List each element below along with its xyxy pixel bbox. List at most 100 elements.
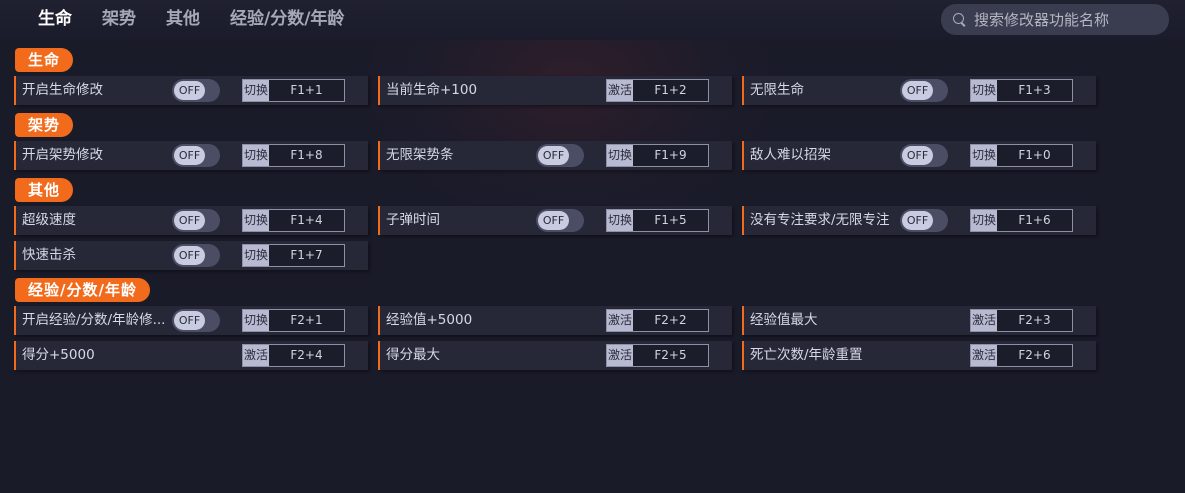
hotkey-button[interactable]: 切换 F1+8 bbox=[242, 144, 345, 167]
toggle-switch[interactable]: OFF bbox=[536, 144, 584, 167]
cheat-name: 开启生命修改 bbox=[22, 82, 103, 98]
tab-bar: 生命 架势 其他 经验/分数/年龄 bbox=[38, 8, 374, 30]
hotkey-button[interactable]: 切换 F1+0 bbox=[970, 144, 1073, 167]
cheat-name: 当前生命+100 bbox=[386, 82, 478, 98]
cheat-row: 超级速度 OFF 切换 F1+4 bbox=[14, 206, 368, 235]
section-title-other: 其他 bbox=[15, 178, 74, 202]
hotkey-button[interactable]: 切换 F1+5 bbox=[606, 209, 709, 232]
toggle-switch[interactable]: OFF bbox=[900, 209, 948, 232]
toggle-label: OFF bbox=[538, 146, 569, 165]
tab-exp-score-age[interactable]: 经验/分数/年龄 bbox=[230, 8, 344, 30]
cheat-row: 当前生命+100 激活 F1+2 bbox=[378, 76, 732, 105]
cheat-row: 无限架势条 OFF 切换 F1+9 bbox=[378, 141, 732, 170]
toggle-switch[interactable]: OFF bbox=[172, 209, 220, 232]
cheat-name: 敌人难以招架 bbox=[750, 147, 831, 163]
cheat-name: 死亡次数/年龄重置 bbox=[750, 347, 863, 363]
hotkey-key: F1+4 bbox=[269, 210, 344, 231]
toggle-switch[interactable]: OFF bbox=[536, 209, 584, 232]
cheat-name: 子弹时间 bbox=[386, 212, 440, 228]
hotkey-button[interactable]: 切换 F1+9 bbox=[606, 144, 709, 167]
hotkey-button[interactable]: 激活 F2+5 bbox=[606, 344, 709, 367]
cheat-row: 得分+5000 激活 F2+4 bbox=[14, 341, 368, 370]
toggle-label: OFF bbox=[538, 211, 569, 230]
hotkey-button[interactable]: 切换 F1+3 bbox=[970, 79, 1073, 102]
toggle-label: OFF bbox=[174, 81, 205, 100]
cheat-row: 子弹时间 OFF 切换 F1+5 bbox=[378, 206, 732, 235]
search-icon bbox=[953, 12, 967, 27]
cheat-name: 得分+5000 bbox=[22, 347, 95, 363]
hotkey-mode: 切换 bbox=[607, 210, 633, 231]
hotkey-mode: 切换 bbox=[243, 245, 269, 266]
hotkey-button[interactable]: 切换 F1+4 bbox=[242, 209, 345, 232]
hotkey-key: F1+1 bbox=[269, 80, 344, 101]
hotkey-button[interactable]: 切换 F2+1 bbox=[242, 309, 345, 332]
tab-posture[interactable]: 架势 bbox=[102, 8, 136, 30]
hotkey-key: F2+6 bbox=[997, 345, 1072, 366]
toggle-label: OFF bbox=[174, 246, 205, 265]
hotkey-key: F1+8 bbox=[269, 145, 344, 166]
cheat-row: 经验值+5000 激活 F2+2 bbox=[378, 306, 732, 335]
toggle-label: OFF bbox=[174, 311, 205, 330]
cheat-row: 开启架势修改 OFF 切换 F1+8 bbox=[14, 141, 368, 170]
toggle-switch[interactable]: OFF bbox=[900, 144, 948, 167]
cheat-name: 超级速度 bbox=[22, 212, 76, 228]
hotkey-mode: 切换 bbox=[243, 310, 269, 331]
section-title-exp-score-age: 经验/分数/年龄 bbox=[15, 278, 150, 302]
hotkey-key: F1+9 bbox=[633, 145, 708, 166]
hotkey-button[interactable]: 切换 F1+7 bbox=[242, 244, 345, 267]
cheat-row: 敌人难以招架 OFF 切换 F1+0 bbox=[742, 141, 1096, 170]
cheat-row: 死亡次数/年龄重置 激活 F2+6 bbox=[742, 341, 1096, 370]
hotkey-mode: 激活 bbox=[607, 345, 633, 366]
hotkey-key: F1+0 bbox=[997, 145, 1072, 166]
cheat-name: 经验值最大 bbox=[750, 312, 818, 328]
hotkey-mode: 切换 bbox=[243, 80, 269, 101]
toggle-switch[interactable]: OFF bbox=[172, 244, 220, 267]
tab-life[interactable]: 生命 bbox=[38, 8, 72, 30]
search-input[interactable] bbox=[974, 10, 1164, 29]
hotkey-mode: 激活 bbox=[971, 310, 997, 331]
hotkey-button[interactable]: 激活 F2+6 bbox=[970, 344, 1073, 367]
cheat-row: 没有专注要求/无限专注 OFF 切换 F1+6 bbox=[742, 206, 1096, 235]
hotkey-mode: 切换 bbox=[971, 145, 997, 166]
cheat-name: 得分最大 bbox=[386, 347, 440, 363]
cheat-name: 开启经验/分数/年龄修... bbox=[22, 312, 166, 328]
hotkey-button[interactable]: 切换 F1+6 bbox=[970, 209, 1073, 232]
hotkey-key: F2+1 bbox=[269, 310, 344, 331]
toggle-switch[interactable]: OFF bbox=[172, 309, 220, 332]
hotkey-mode: 切换 bbox=[243, 210, 269, 231]
hotkey-key: F2+3 bbox=[997, 310, 1072, 331]
hotkey-button[interactable]: 激活 F1+2 bbox=[606, 79, 709, 102]
cheat-name: 无限生命 bbox=[750, 82, 804, 98]
hotkey-mode: 激活 bbox=[607, 80, 633, 101]
toggle-switch[interactable]: OFF bbox=[172, 144, 220, 167]
search-box[interactable] bbox=[941, 4, 1169, 35]
hotkey-button[interactable]: 激活 F2+4 bbox=[242, 344, 345, 367]
toggle-switch[interactable]: OFF bbox=[900, 79, 948, 102]
hotkey-mode: 切换 bbox=[243, 145, 269, 166]
section-title-life: 生命 bbox=[15, 48, 74, 72]
hotkey-button[interactable]: 激活 F2+2 bbox=[606, 309, 709, 332]
hotkey-key: F1+2 bbox=[633, 80, 708, 101]
hotkey-key: F1+5 bbox=[633, 210, 708, 231]
section-title-posture: 架势 bbox=[15, 113, 74, 137]
hotkey-key: F1+3 bbox=[997, 80, 1072, 101]
cheat-name: 快速击杀 bbox=[22, 247, 76, 263]
toggle-switch[interactable]: OFF bbox=[172, 79, 220, 102]
toggle-label: OFF bbox=[902, 211, 933, 230]
hotkey-button[interactable]: 切换 F1+1 bbox=[242, 79, 345, 102]
tab-other[interactable]: 其他 bbox=[166, 8, 200, 30]
cheat-name: 无限架势条 bbox=[386, 147, 454, 163]
hotkey-button[interactable]: 激活 F2+3 bbox=[970, 309, 1073, 332]
hotkey-mode: 切换 bbox=[971, 80, 997, 101]
toggle-label: OFF bbox=[902, 146, 933, 165]
toggle-label: OFF bbox=[902, 81, 933, 100]
cheat-name: 没有专注要求/无限专注 bbox=[750, 212, 890, 228]
hotkey-mode: 切换 bbox=[971, 210, 997, 231]
hotkey-mode: 激活 bbox=[971, 345, 997, 366]
hotkey-mode: 激活 bbox=[607, 310, 633, 331]
cheat-row: 无限生命 OFF 切换 F1+3 bbox=[742, 76, 1096, 105]
cheat-row: 经验值最大 激活 F2+3 bbox=[742, 306, 1096, 335]
hotkey-key: F2+4 bbox=[269, 345, 344, 366]
top-bar: 生命 架势 其他 经验/分数/年龄 bbox=[0, 0, 1185, 40]
hotkey-key: F1+6 bbox=[997, 210, 1072, 231]
